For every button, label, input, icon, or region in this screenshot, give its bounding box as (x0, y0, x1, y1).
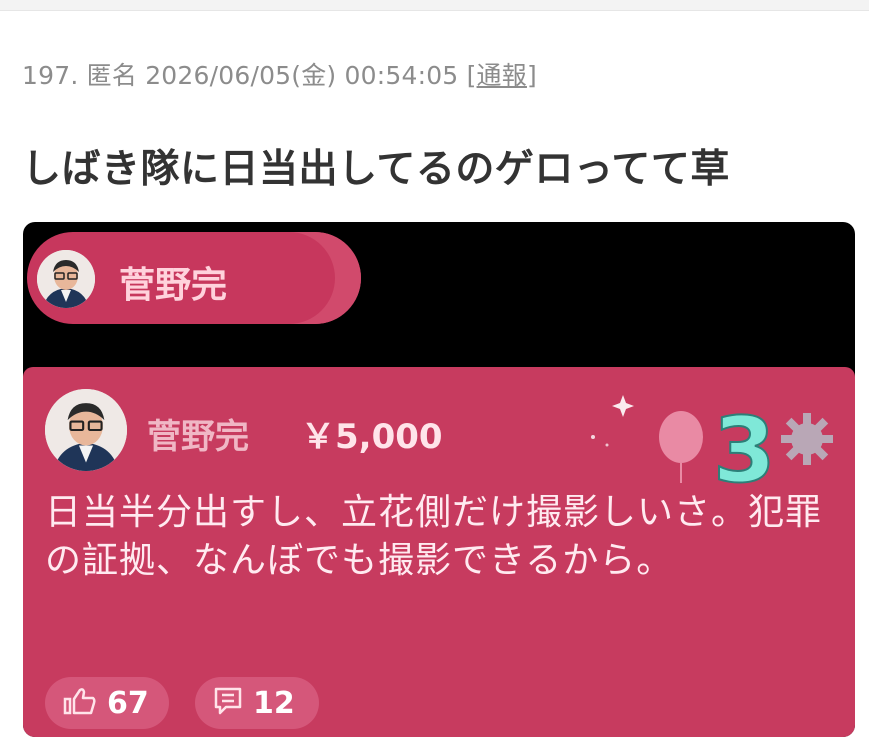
sparkle-icon (591, 395, 634, 447)
post-datetime: 2026/06/05(金) 00:54:05 (145, 61, 459, 90)
super-chat-message: 日当半分出すし、立花側だけ撮影しいさ。犯罪の証拠、なんぼでも撮影できるから。 (45, 492, 823, 581)
top-divider (0, 0, 869, 11)
super-chat-amount: ￥5,000 (301, 417, 443, 457)
thumbs-up-icon (63, 686, 97, 720)
gear-icon (781, 413, 833, 465)
comment-button[interactable]: 12 (195, 677, 319, 729)
pill-name: 菅野完 (119, 265, 228, 306)
avatar (45, 389, 127, 471)
avatar (37, 250, 95, 308)
post-body: しばき隊に日当出してるのゲロってて草 (22, 147, 730, 192)
avatar-portrait (37, 250, 95, 308)
embedded-image: 菅野完 菅野完 ￥5,000 3 日当半分出すし、立花側だけ撮影しいさ。犯罪の証… (23, 222, 855, 737)
post-number: 197. (22, 61, 79, 90)
like-count: 67 (107, 685, 149, 721)
comment-count: 12 (253, 685, 295, 721)
report-bracket-close: ] (526, 61, 537, 90)
badge-decoration: 3 (591, 395, 833, 487)
like-button[interactable]: 67 (45, 677, 169, 729)
report-bracket-open: [ (466, 61, 477, 90)
card-author-name: 菅野完 (147, 417, 249, 457)
badge-number: 3 (713, 398, 776, 487)
report-link[interactable]: 通報 (477, 61, 527, 90)
super-chat-card: 菅野完 ￥5,000 3 日当半分出すし、立花側だけ撮影しいさ。犯罪の証拠、なん… (23, 367, 855, 737)
post-meta: 197. 匿名 2026/06/05(金) 00:54:05 [通報] (22, 56, 537, 92)
name-pill: 菅野完 (27, 232, 361, 324)
balloon-icon (659, 411, 703, 483)
avatar-portrait (45, 389, 127, 471)
post-author: 匿名 (86, 61, 138, 90)
comment-list-icon (213, 686, 243, 720)
